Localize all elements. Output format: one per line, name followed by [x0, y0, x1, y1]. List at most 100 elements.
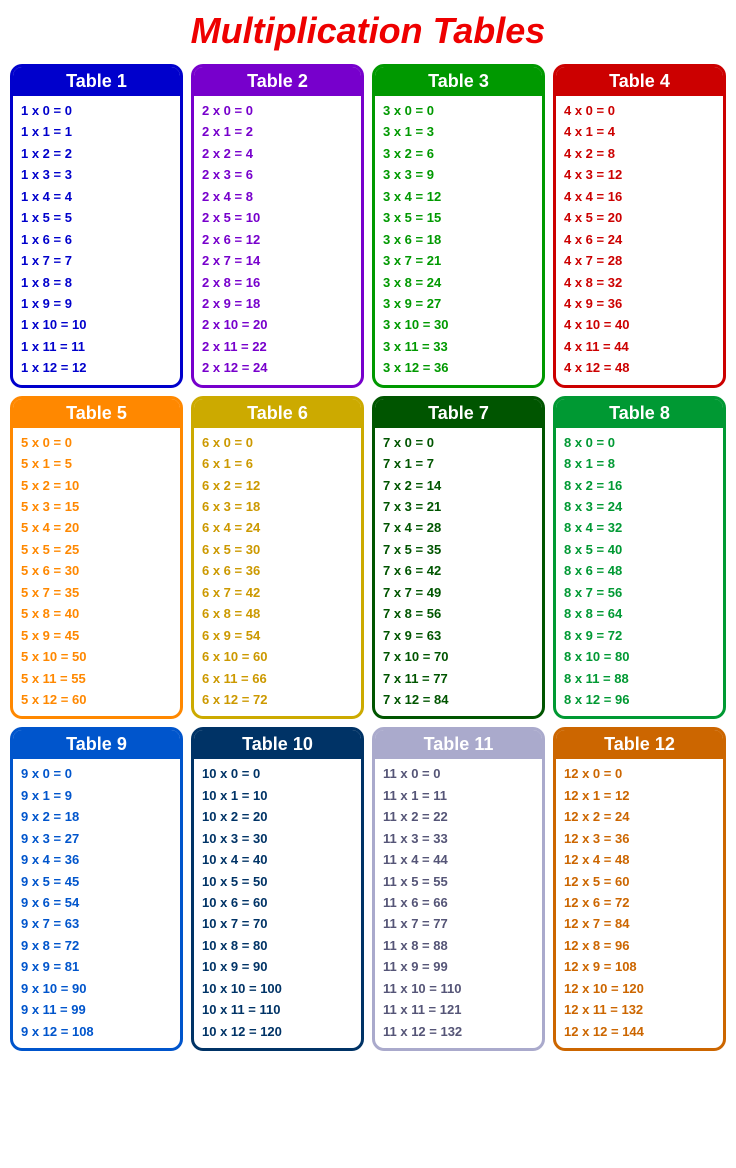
table-row: 4 x 3 = 12 — [564, 164, 715, 185]
table-row: 8 x 5 = 40 — [564, 539, 715, 560]
table-card-1: Table 11 x 0 = 01 x 1 = 11 x 2 = 21 x 3 … — [10, 64, 183, 388]
table-row: 3 x 3 = 9 — [383, 164, 534, 185]
table-row: 6 x 10 = 60 — [202, 646, 353, 667]
table-row: 12 x 7 = 84 — [564, 913, 715, 934]
table-row: 10 x 4 = 40 — [202, 849, 353, 870]
table-card-8: Table 88 x 0 = 08 x 1 = 88 x 2 = 168 x 3… — [553, 396, 726, 720]
table-row: 7 x 7 = 49 — [383, 582, 534, 603]
table-row: 6 x 5 = 30 — [202, 539, 353, 560]
table-row: 3 x 8 = 24 — [383, 272, 534, 293]
table-row: 6 x 7 = 42 — [202, 582, 353, 603]
table-row: 11 x 12 = 132 — [383, 1021, 534, 1042]
table-row: 5 x 11 = 55 — [21, 668, 172, 689]
table-row: 2 x 2 = 4 — [202, 143, 353, 164]
table-body-9: 9 x 0 = 09 x 1 = 99 x 2 = 189 x 3 = 279 … — [13, 759, 180, 1048]
table-row: 4 x 10 = 40 — [564, 314, 715, 335]
table-row: 4 x 1 = 4 — [564, 121, 715, 142]
table-row: 6 x 11 = 66 — [202, 668, 353, 689]
table-row: 7 x 2 = 14 — [383, 475, 534, 496]
table-row: 5 x 10 = 50 — [21, 646, 172, 667]
table-row: 5 x 6 = 30 — [21, 560, 172, 581]
table-row: 2 x 12 = 24 — [202, 357, 353, 378]
table-row: 5 x 9 = 45 — [21, 625, 172, 646]
table-row: 4 x 11 = 44 — [564, 336, 715, 357]
table-row: 10 x 3 = 30 — [202, 828, 353, 849]
table-header-10: Table 10 — [194, 730, 361, 759]
table-row: 9 x 10 = 90 — [21, 978, 172, 999]
table-row: 9 x 2 = 18 — [21, 806, 172, 827]
table-row: 5 x 12 = 60 — [21, 689, 172, 710]
table-row: 6 x 8 = 48 — [202, 603, 353, 624]
table-row: 9 x 9 = 81 — [21, 956, 172, 977]
table-body-11: 11 x 0 = 011 x 1 = 1111 x 2 = 2211 x 3 =… — [375, 759, 542, 1048]
table-row: 3 x 1 = 3 — [383, 121, 534, 142]
table-row: 9 x 11 = 99 — [21, 999, 172, 1020]
table-row: 6 x 0 = 0 — [202, 432, 353, 453]
table-header-9: Table 9 — [13, 730, 180, 759]
table-row: 5 x 0 = 0 — [21, 432, 172, 453]
table-row: 5 x 5 = 25 — [21, 539, 172, 560]
table-row: 6 x 9 = 54 — [202, 625, 353, 646]
table-row: 9 x 6 = 54 — [21, 892, 172, 913]
table-row: 7 x 3 = 21 — [383, 496, 534, 517]
table-row: 10 x 2 = 20 — [202, 806, 353, 827]
table-row: 9 x 7 = 63 — [21, 913, 172, 934]
tables-grid: Table 11 x 0 = 01 x 1 = 11 x 2 = 21 x 3 … — [10, 64, 726, 1051]
table-row: 1 x 10 = 10 — [21, 314, 172, 335]
table-row: 12 x 1 = 12 — [564, 785, 715, 806]
table-row: 5 x 8 = 40 — [21, 603, 172, 624]
table-row: 11 x 3 = 33 — [383, 828, 534, 849]
table-row: 10 x 1 = 10 — [202, 785, 353, 806]
table-row: 12 x 8 = 96 — [564, 935, 715, 956]
table-row: 8 x 11 = 88 — [564, 668, 715, 689]
table-row: 4 x 12 = 48 — [564, 357, 715, 378]
table-body-8: 8 x 0 = 08 x 1 = 88 x 2 = 168 x 3 = 248 … — [556, 428, 723, 717]
table-row: 3 x 5 = 15 — [383, 207, 534, 228]
table-row: 2 x 8 = 16 — [202, 272, 353, 293]
table-row: 8 x 3 = 24 — [564, 496, 715, 517]
table-row: 8 x 7 = 56 — [564, 582, 715, 603]
table-row: 8 x 8 = 64 — [564, 603, 715, 624]
table-row: 1 x 5 = 5 — [21, 207, 172, 228]
table-body-7: 7 x 0 = 07 x 1 = 77 x 2 = 147 x 3 = 217 … — [375, 428, 542, 717]
table-row: 5 x 7 = 35 — [21, 582, 172, 603]
table-row: 6 x 12 = 72 — [202, 689, 353, 710]
table-row: 8 x 9 = 72 — [564, 625, 715, 646]
table-row: 4 x 2 = 8 — [564, 143, 715, 164]
table-row: 6 x 1 = 6 — [202, 453, 353, 474]
table-row: 3 x 10 = 30 — [383, 314, 534, 335]
table-card-11: Table 1111 x 0 = 011 x 1 = 1111 x 2 = 22… — [372, 727, 545, 1051]
table-row: 1 x 0 = 0 — [21, 100, 172, 121]
table-row: 1 x 11 = 11 — [21, 336, 172, 357]
table-row: 1 x 1 = 1 — [21, 121, 172, 142]
table-row: 8 x 12 = 96 — [564, 689, 715, 710]
table-row: 7 x 6 = 42 — [383, 560, 534, 581]
table-row: 7 x 1 = 7 — [383, 453, 534, 474]
table-row: 7 x 8 = 56 — [383, 603, 534, 624]
table-row: 10 x 10 = 100 — [202, 978, 353, 999]
table-row: 2 x 7 = 14 — [202, 250, 353, 271]
table-row: 8 x 10 = 80 — [564, 646, 715, 667]
table-row: 1 x 8 = 8 — [21, 272, 172, 293]
table-card-2: Table 22 x 0 = 02 x 1 = 22 x 2 = 42 x 3 … — [191, 64, 364, 388]
table-row: 12 x 2 = 24 — [564, 806, 715, 827]
table-row: 2 x 11 = 22 — [202, 336, 353, 357]
table-card-9: Table 99 x 0 = 09 x 1 = 99 x 2 = 189 x 3… — [10, 727, 183, 1051]
table-row: 7 x 10 = 70 — [383, 646, 534, 667]
table-row: 11 x 8 = 88 — [383, 935, 534, 956]
table-row: 12 x 12 = 144 — [564, 1021, 715, 1042]
table-row: 11 x 9 = 99 — [383, 956, 534, 977]
table-row: 11 x 0 = 0 — [383, 763, 534, 784]
table-row: 12 x 11 = 132 — [564, 999, 715, 1020]
table-row: 3 x 11 = 33 — [383, 336, 534, 357]
table-body-6: 6 x 0 = 06 x 1 = 66 x 2 = 126 x 3 = 186 … — [194, 428, 361, 717]
table-header-12: Table 12 — [556, 730, 723, 759]
table-row: 2 x 6 = 12 — [202, 229, 353, 250]
table-body-2: 2 x 0 = 02 x 1 = 22 x 2 = 42 x 3 = 62 x … — [194, 96, 361, 385]
table-row: 11 x 10 = 110 — [383, 978, 534, 999]
table-card-12: Table 1212 x 0 = 012 x 1 = 1212 x 2 = 24… — [553, 727, 726, 1051]
table-row: 7 x 12 = 84 — [383, 689, 534, 710]
table-row: 11 x 6 = 66 — [383, 892, 534, 913]
table-row: 11 x 7 = 77 — [383, 913, 534, 934]
table-header-6: Table 6 — [194, 399, 361, 428]
